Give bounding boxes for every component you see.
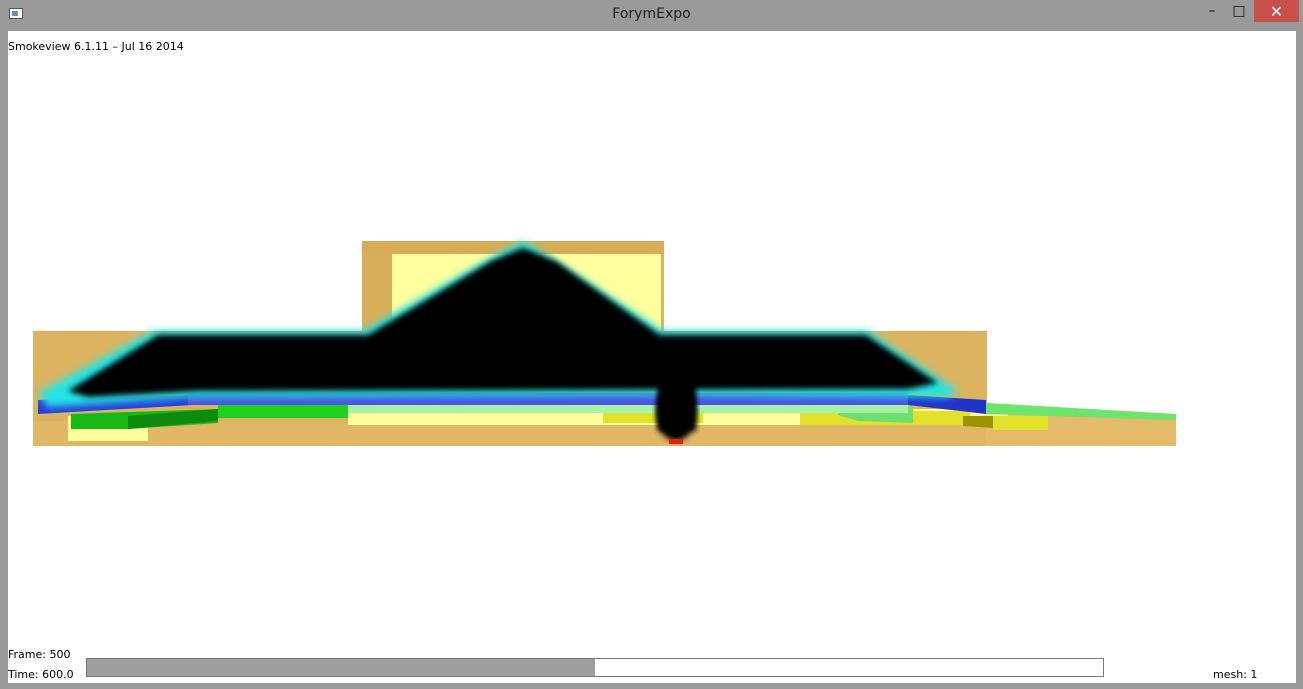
scene-3d-view[interactable]: [8, 31, 1296, 683]
maximize-button[interactable]: □: [1225, 0, 1253, 22]
light-green-strip: [348, 405, 908, 413]
frame-label: Frame: 500: [8, 648, 71, 661]
time-label: Time: 600.0: [8, 668, 74, 681]
version-label: Smokeview 6.1.11 – Jul 16 2014: [8, 40, 184, 53]
smokeview-viewport[interactable]: Smokeview 6.1.11 – Jul 16 2014 Frame: 50…: [8, 31, 1296, 683]
right-panel-yellow-2: [993, 416, 1048, 430]
green-block-mid: [218, 405, 348, 418]
time-slider[interactable]: [86, 658, 1104, 677]
fire-source: [669, 439, 683, 444]
minimize-button[interactable]: –: [1198, 0, 1226, 22]
title-bar[interactable]: ForymExpo – □ ✕: [0, 0, 1303, 30]
close-button[interactable]: ✕: [1254, 0, 1299, 22]
app-window: ForymExpo – □ ✕ Smokeview 6.1.11 – Jul 1…: [0, 0, 1303, 689]
right-olive-block: [963, 416, 993, 428]
smoke-plume-core: [658, 371, 696, 431]
window-title: ForymExpo: [612, 6, 691, 22]
time-slider-fill: [87, 659, 595, 676]
smoke-body: [68, 248, 938, 397]
mesh-label: mesh: 1: [1213, 668, 1258, 681]
